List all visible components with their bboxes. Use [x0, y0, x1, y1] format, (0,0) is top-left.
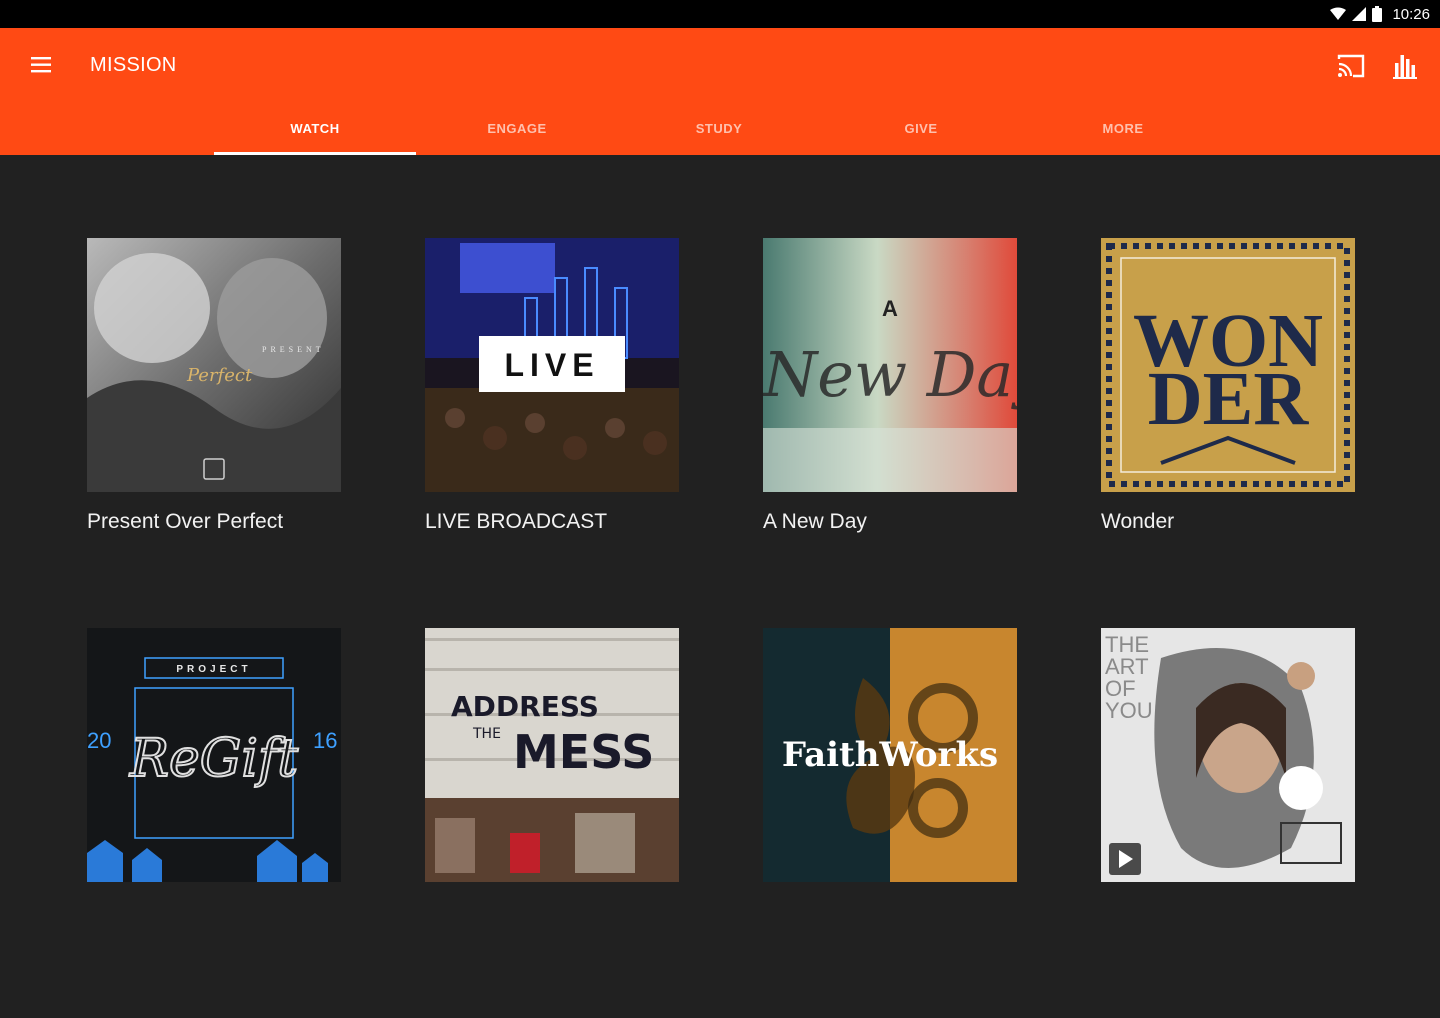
art-text-der: DER: [1148, 357, 1310, 441]
cast-button[interactable]: [1334, 49, 1368, 83]
series-card-faithworks[interactable]: FaithWorks: [763, 628, 1017, 1018]
art-text-perfect: Perfect: [186, 365, 253, 386]
tab-watch[interactable]: WATCH: [214, 100, 416, 155]
art-text-present: PRESENT: [262, 345, 325, 354]
art-text-the: THE: [472, 726, 501, 742]
art-text-20: 20: [87, 728, 111, 753]
menu-button[interactable]: [22, 48, 60, 82]
art-text-regift: ReGift: [129, 729, 298, 789]
tab-engage[interactable]: ENGAGE: [416, 100, 618, 155]
status-icons: 10:26: [1330, 5, 1430, 23]
tab-more[interactable]: MORE: [1022, 100, 1224, 155]
app-title: MISSION: [90, 54, 177, 76]
series-thumbnail: THE ART OF YOU: [1101, 628, 1355, 882]
series-thumbnail: A New Day: [763, 238, 1017, 492]
wifi-icon: [1330, 7, 1347, 20]
series-card-project-regift[interactable]: PROJECT 20 ReGift 16: [87, 628, 341, 1018]
series-card-live-broadcast[interactable]: LIVE LIVE BROADCAST: [425, 238, 679, 628]
art-text-16: 16: [313, 728, 337, 753]
menu-icon: [31, 57, 51, 73]
art-text-mess: MESS: [513, 725, 654, 779]
series-card-present-over-perfect[interactable]: PRESENT Perfect Present Over Perfect: [87, 238, 341, 628]
series-thumbnail: WON DER: [1101, 238, 1355, 492]
series-thumbnail: PRESENT Perfect: [87, 238, 341, 492]
series-grid: PRESENT Perfect Present Over Perfect LIV…: [87, 238, 1355, 900]
series-card-address-the-mess[interactable]: ADDRESS THE MESS: [425, 628, 679, 1018]
art-text-address: ADDRESS: [451, 690, 599, 723]
tab-bar: WATCH ENGAGE STUDY GIVE MORE: [214, 100, 1224, 155]
series-title: LIVE BROADCAST: [425, 510, 608, 533]
battery-icon: [1372, 6, 1383, 22]
series-card-the-art-of-you[interactable]: THE ART OF YOU: [1101, 628, 1355, 1018]
series-title: Wonder: [1101, 510, 1175, 533]
art-text-live: LIVE: [504, 347, 599, 383]
series-card-wonder[interactable]: WON DER Wonder: [1101, 238, 1355, 628]
art-text-you: YOU: [1105, 698, 1153, 723]
series-thumbnail: FaithWorks: [763, 628, 1017, 882]
tab-give[interactable]: GIVE: [820, 100, 1022, 155]
tab-study[interactable]: STUDY: [618, 100, 820, 155]
art-text-faithworks: FaithWorks: [782, 735, 998, 775]
stats-button[interactable]: [1389, 49, 1423, 83]
stats-icon: [1393, 55, 1417, 79]
series-title: Present Over Perfect: [87, 510, 284, 533]
art-text-project: PROJECT: [176, 664, 251, 675]
series-thumbnail: ADDRESS THE MESS: [425, 628, 679, 882]
series-card-a-new-day[interactable]: A New Day A New Day: [763, 238, 1017, 628]
status-time: 10:26: [1392, 5, 1430, 23]
art-text-new-day: New Day: [763, 338, 1017, 411]
status-bar: 10:26: [0, 0, 1440, 28]
art-text-a: A: [882, 296, 898, 321]
series-thumbnail: LIVE: [425, 238, 679, 492]
app-bar: MISSION WATCH ENGAGE STUDY GIVE MORE: [0, 28, 1440, 155]
series-title: A New Day: [763, 510, 867, 533]
series-thumbnail: PROJECT 20 ReGift 16: [87, 628, 341, 882]
cast-icon: [1337, 54, 1365, 78]
signal-icon: [1352, 7, 1367, 21]
